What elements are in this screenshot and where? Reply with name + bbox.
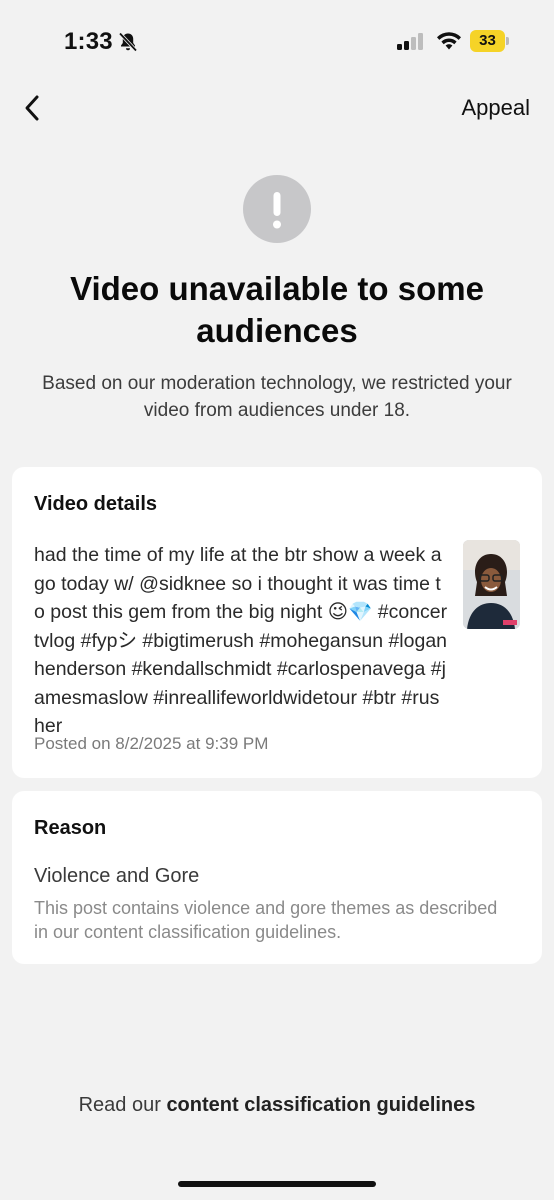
- reason-title: Violence and Gore: [34, 865, 200, 887]
- page-title: Video unavailable to some audiences: [70, 270, 484, 349]
- footer-prefix: Read our: [78, 1094, 167, 1116]
- video-thumbnail[interactable]: [463, 540, 520, 629]
- bell-slash-icon: [118, 32, 138, 52]
- home-indicator[interactable]: [178, 1181, 376, 1187]
- video-caption: had the time of my life at the btr show …: [34, 544, 448, 737]
- posted-date: Posted on 8/2/2025 at 9:39 PM: [34, 734, 269, 753]
- guidelines-link[interactable]: content classification guidelines: [166, 1094, 475, 1116]
- chevron-left-icon[interactable]: [18, 92, 48, 124]
- wifi-icon: [437, 32, 461, 50]
- battery-tip: [506, 37, 509, 45]
- video-details-heading: Video details: [34, 493, 158, 515]
- reason-description: This post contains violence and gore the…: [34, 898, 498, 942]
- reason-heading: Reason: [34, 817, 107, 839]
- status-time: 1:33: [64, 28, 113, 55]
- battery-level: 33: [470, 30, 505, 52]
- reason-card: Reason Violence and Gore This post conta…: [12, 791, 542, 964]
- appeal-button[interactable]: Appeal: [461, 95, 530, 121]
- battery-icon: 33: [470, 30, 510, 52]
- video-details-card: Video details had the time of my life at…: [12, 467, 542, 778]
- footer-text: Read our content classification guidelin…: [0, 1094, 554, 1117]
- page-subtitle: Based on our moderation technology, we r…: [42, 373, 512, 421]
- exclamation-icon: [243, 175, 311, 243]
- signal-icon: [397, 33, 423, 50]
- status-bar: 1:33 33: [0, 0, 554, 84]
